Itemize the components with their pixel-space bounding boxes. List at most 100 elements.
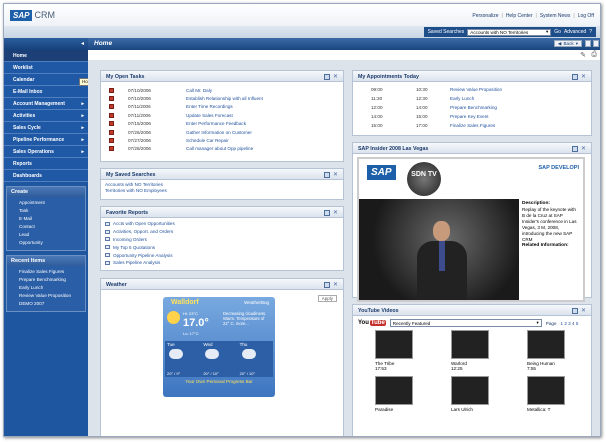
video-thumbnails: The Tribe 17:53 Warlord 12:25 Being Human 7:5… xyxy=(353,330,591,422)
advanced-link[interactable]: Advanced xyxy=(564,29,586,35)
nav-item-calendar[interactable]: Calendar xyxy=(4,74,88,86)
close-icon[interactable]: ✕ xyxy=(333,209,338,216)
recent-item[interactable]: Early Lunch xyxy=(7,284,85,292)
nav-item-sales-operations[interactable]: Sales Operations ▸ xyxy=(4,146,88,158)
link-personalize[interactable]: Personalize xyxy=(472,13,498,19)
report-link[interactable]: Accts with Open Opportunities xyxy=(113,221,175,226)
close-icon[interactable]: ✕ xyxy=(581,73,586,80)
page-links[interactable]: 1 2 3 4 5 xyxy=(561,321,579,326)
close-icon[interactable]: ✕ xyxy=(581,307,586,314)
video-thumbnail[interactable]: Paradise xyxy=(375,376,421,422)
nav-item-home[interactable]: Home xyxy=(4,50,88,62)
nav-item-activities[interactable]: Activities ▸ xyxy=(4,110,88,122)
create-lead-link[interactable]: Lead xyxy=(7,231,85,239)
task-link[interactable]: Call Mr. Daly xyxy=(186,88,212,93)
appointments-panel: My Appointments Today ✕ 09:00 10:30 Review … xyxy=(352,70,592,136)
close-icon[interactable]: ✕ xyxy=(333,281,338,288)
recent-item[interactable]: Prepare Benchmarking xyxy=(7,276,85,284)
maximize-icon[interactable] xyxy=(571,308,578,314)
report-link[interactable]: Opportunity Pipeline Analysis xyxy=(113,253,173,258)
weather-apply-button[interactable]: Apply xyxy=(317,295,337,302)
nav-item-account-management[interactable]: Account Management ▸ xyxy=(4,98,88,110)
saved-search-select[interactable]: Accounts with NO Territories ▾ xyxy=(467,28,552,36)
recent-item[interactable]: Finalize Sales Figures xyxy=(7,268,85,276)
task-date: 07/15/2006 xyxy=(128,121,151,127)
task-link[interactable]: Establish Relationship with all Influent xyxy=(186,96,263,101)
forward-icon[interactable] xyxy=(585,40,591,47)
report-icon xyxy=(105,229,110,234)
collapse-arrow-icon[interactable]: ◂ xyxy=(81,40,84,47)
video-duration: 17:53 xyxy=(375,366,387,371)
go-button[interactable]: Go xyxy=(554,29,561,35)
help-icon[interactable]: ? xyxy=(589,29,592,35)
create-email-link[interactable]: E-Mail xyxy=(7,215,85,223)
browser-frame: SAP CRM Personalize | Help Center | System… xyxy=(3,3,601,437)
task-link[interactable]: Gather Information on Customer xyxy=(186,130,252,135)
task-date: 07/28/2006 xyxy=(128,146,151,152)
link-help-center[interactable]: Help Center xyxy=(506,13,533,19)
task-date: 07/10/2006 xyxy=(128,96,151,102)
nav-item-sales-cycle[interactable]: Sales Cycle ▸ xyxy=(4,122,88,134)
appointment-link[interactable]: Review Value Proposition xyxy=(450,87,502,92)
nav-item-worklist[interactable]: Worklist xyxy=(4,62,88,74)
report-link[interactable]: Activities, Opport. and Orders xyxy=(113,229,173,234)
print-icon[interactable]: ⎙ xyxy=(591,51,597,59)
link-system-news[interactable]: System News xyxy=(540,13,571,19)
appointment-link[interactable]: Early Lunch xyxy=(450,96,474,101)
saved-search-value: Accounts with NO Territories xyxy=(470,29,529,35)
video-title: Paradise xyxy=(375,407,394,412)
video-thumbnail[interactable]: Metallica: T xyxy=(527,376,573,422)
close-icon[interactable]: ✕ xyxy=(333,171,338,178)
task-row: 07/11/2006 Update Sales Forecast xyxy=(101,111,343,119)
sun-icon xyxy=(167,311,180,324)
create-task-link[interactable]: Task xyxy=(7,207,85,215)
link-log-off[interactable]: Log Off xyxy=(578,13,594,19)
edit-pencil-icon[interactable]: ✎ xyxy=(580,51,586,59)
logo-sap: SAP xyxy=(10,9,33,21)
task-link[interactable]: Enter Performance Feedback xyxy=(186,121,246,126)
related-info-title: Related Information: xyxy=(522,243,569,248)
history-icon[interactable] xyxy=(593,40,599,47)
close-icon[interactable]: ✕ xyxy=(581,145,586,152)
appointment-link[interactable]: Prepare Benchmarking xyxy=(450,105,497,110)
task-row: 07/26/2006 Gather Information on Customer xyxy=(101,128,343,136)
recent-item[interactable]: Review Value Proposition xyxy=(7,292,85,300)
top-bar: SAP CRM Personalize | Help Center | System… xyxy=(4,4,600,26)
maximize-icon[interactable] xyxy=(323,282,330,288)
video-thumbnail[interactable]: Lars Ulrich xyxy=(451,376,497,422)
back-button[interactable]: ◀ Back ▾ xyxy=(553,40,582,47)
maximize-icon[interactable] xyxy=(571,146,578,152)
report-link[interactable]: My Top 5 Quotations xyxy=(113,245,155,250)
chevron-right-icon: ▸ xyxy=(81,100,84,107)
video-thumbnail[interactable]: Warlord 12:25 xyxy=(451,330,497,376)
maximize-icon[interactable] xyxy=(571,74,578,80)
report-link[interactable]: Sales Pipeline Analysis xyxy=(113,260,160,265)
maximize-icon[interactable] xyxy=(323,210,330,216)
youtube-category-select[interactable]: Recently Featured ▾ xyxy=(389,319,542,327)
video-thumbnail[interactable]: Being Human 7:55 xyxy=(527,330,573,376)
maximize-icon[interactable] xyxy=(323,172,330,178)
task-link[interactable]: Call manager about Opp pipeline xyxy=(186,146,253,151)
appointment-link[interactable]: Finalize Sales Figures xyxy=(450,123,495,128)
create-appointment-link[interactable]: Appointment xyxy=(7,199,85,207)
task-link[interactable]: Update Sales Forecast xyxy=(186,113,233,118)
video-image xyxy=(375,330,413,359)
maximize-icon[interactable] xyxy=(323,74,330,80)
task-link[interactable]: Enter Time Recordings xyxy=(186,104,233,109)
nav-item-reports[interactable]: Reports xyxy=(4,158,88,170)
sdn-tv-logo: SDN TV xyxy=(407,162,441,196)
video-thumbnail[interactable]: The Tribe 17:53 xyxy=(375,330,421,376)
create-contact-link[interactable]: Contact xyxy=(7,223,85,231)
close-icon[interactable]: ✕ xyxy=(333,73,338,80)
nav-item-pipeline-performance[interactable]: Pipeline Performance ▸ xyxy=(4,134,88,146)
nav-item-dashboards[interactable]: Dashboards xyxy=(4,170,88,182)
create-opportunity-link[interactable]: Opportunity xyxy=(7,239,85,247)
appointment-link[interactable]: Prepare Key Event xyxy=(450,114,489,119)
recent-item[interactable]: DEMO 2007 xyxy=(7,300,85,308)
nav-item-email-inbox[interactable]: E-Mail Inbox xyxy=(4,86,88,98)
sidebar: ◂ Home Worklist Calendar E-Mail Inbox Ac… xyxy=(4,38,88,436)
saved-search-link[interactable]: Territories with NO Employees xyxy=(105,188,339,194)
task-link[interactable]: Schedule Car Repair xyxy=(186,138,229,143)
report-link[interactable]: Incoming Orders xyxy=(113,237,147,242)
video-player[interactable]: SAP SDN TV SAP DEVELOPI Description: Rep… xyxy=(357,157,585,302)
